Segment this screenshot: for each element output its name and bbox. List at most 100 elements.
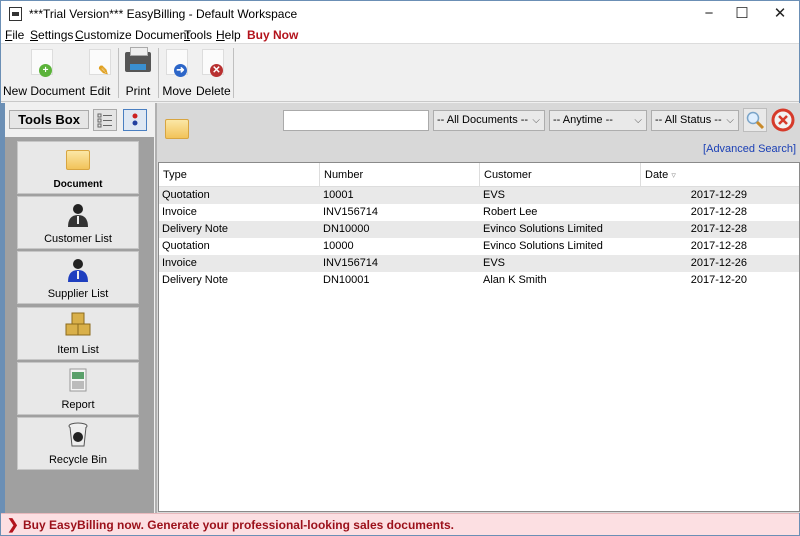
cell-date: 2017-12-28 [690, 223, 747, 235]
print-button[interactable]: Print [122, 46, 154, 98]
list-view-button[interactable] [93, 109, 117, 131]
sidebar-item-document[interactable]: Document [17, 141, 139, 194]
maximize-button[interactable]: ☐ [724, 1, 760, 27]
promo-banner[interactable]: ❯ Buy EasyBilling now. Generate your pro… [1, 513, 799, 535]
menu-tools[interactable]: Tools [184, 28, 212, 42]
edit-icon: ✎ [89, 49, 111, 77]
chevron-down-icon: ⌵ [532, 115, 540, 126]
time-range-select[interactable]: -- Anytime -- ⌵ [549, 110, 647, 131]
sidebar-item-recycle-bin[interactable]: Recycle Bin [17, 417, 139, 470]
menu-customize-mnemonic: C [75, 28, 84, 42]
cell-type: Invoice [162, 206, 197, 218]
edit-label: Edit [89, 84, 111, 98]
cell-type: Quotation [162, 240, 210, 252]
toolbar-separator [158, 48, 159, 98]
documents-table: Type Number Customer Date ▿ Quotation 100… [158, 162, 800, 512]
search-button[interactable] [743, 108, 767, 132]
move-button[interactable]: ➜ Move [162, 46, 192, 98]
new-document-button[interactable]: + New Document [3, 46, 86, 98]
column-header-date[interactable]: Date ▿ [641, 163, 799, 187]
delete-label: Delete [196, 84, 231, 98]
menu-settings[interactable]: Settings [30, 28, 73, 42]
cell-number: 10000 [323, 240, 354, 252]
printer-icon [125, 47, 151, 72]
folder-icon [165, 119, 189, 139]
sort-descending-icon: ▿ [671, 170, 676, 180]
app-window: ***Trial Version*** EasyBilling - Defaul… [0, 0, 800, 536]
edit-button[interactable]: ✎ Edit [85, 46, 115, 98]
sidebar-header: Tools Box [5, 103, 154, 137]
cell-number: 10001 [323, 189, 354, 201]
menu-buy-now[interactable]: Buy Now [247, 28, 298, 42]
minimize-button[interactable]: − [691, 1, 727, 27]
chevron-down-icon: ⌵ [634, 115, 642, 126]
clear-search-button[interactable] [771, 108, 795, 132]
menu-file-label: ile [12, 28, 25, 42]
cell-number: INV156714 [323, 257, 379, 269]
sidebar-item-label: Report [61, 399, 95, 411]
sidebar-item-label: Recycle Bin [48, 454, 108, 466]
list-view-icon [97, 113, 112, 128]
menu-file[interactable]: File [5, 28, 24, 42]
delete-icon: ✕ [202, 49, 224, 77]
recycle-bin-icon [67, 422, 89, 454]
tools-box-button[interactable]: Tools Box [9, 110, 89, 129]
cell-date: 2017-12-28 [690, 240, 747, 252]
menu-help[interactable]: Help [216, 28, 241, 42]
move-icon: ➜ [166, 49, 188, 77]
status-value: -- All Status -- [655, 114, 722, 126]
column-header-customer[interactable]: Customer [480, 163, 641, 187]
new-document-icon: + [31, 49, 53, 77]
chevron-right-icon: ❯ [7, 516, 19, 532]
close-button[interactable]: ✕ [762, 1, 798, 27]
new-document-label: New Document [3, 84, 86, 98]
app-icon [9, 7, 22, 21]
sidebar-item-label: Customer List [44, 233, 112, 245]
menu-settings-mnemonic: S [30, 28, 39, 42]
document-type-select[interactable]: -- All Documents -- ⌵ [433, 110, 545, 131]
sidebar-item-item-list[interactable]: Item List [17, 307, 139, 360]
print-label: Print [125, 84, 151, 98]
advanced-search-link[interactable]: [Advanced Search] [703, 143, 796, 155]
cell-type: Delivery Note [162, 223, 229, 235]
title-bar: ***Trial Version*** EasyBilling - Defaul… [1, 1, 799, 27]
cell-type: Invoice [162, 257, 197, 269]
cell-date: 2017-12-26 [690, 257, 747, 269]
boxes-icon [64, 312, 92, 344]
cell-date: 2017-12-20 [690, 274, 747, 286]
cell-type: Delivery Note [162, 274, 229, 286]
sidebar-item-report[interactable]: Report [17, 362, 139, 415]
toolbar-separator [233, 48, 234, 98]
status-select[interactable]: -- All Status -- ⌵ [651, 110, 739, 131]
icon-view-button[interactable] [123, 109, 147, 131]
menu-help-label: elp [224, 28, 241, 42]
cell-customer: Evinco Solutions Limited [483, 223, 603, 235]
document-type-value: -- All Documents -- [437, 114, 529, 126]
sidebar-item-customer-list[interactable]: Customer List [17, 196, 139, 249]
table-row[interactable]: Delivery Note DN10000 Evinco Solutions Lim… [159, 221, 799, 238]
delete-button[interactable]: ✕ Delete [196, 46, 231, 98]
toolbar-separator [118, 48, 119, 98]
chevron-down-icon: ⌵ [726, 115, 734, 126]
move-label: Move [162, 84, 192, 98]
table-row[interactable]: Quotation 10000 Evinco Solutions Limited 20… [159, 238, 799, 255]
table-header: Type Number Customer Date ▿ [159, 163, 799, 187]
cell-number: DN10001 [323, 274, 370, 286]
table-row[interactable]: Delivery Note DN10001 Alan K Smith 2017-12-… [159, 272, 799, 289]
sidebar-item-label: Supplier List [47, 288, 109, 300]
menu-bar: File Settings Customize Document Tools H… [1, 27, 799, 44]
table-row[interactable]: Invoice INV156714 Robert Lee 2017-12-28 [159, 204, 799, 221]
search-input[interactable] [283, 110, 429, 131]
cell-customer: EVS [483, 189, 506, 201]
column-header-number[interactable]: Number [320, 163, 480, 187]
cell-date: 2017-12-28 [690, 206, 747, 218]
sidebar-item-supplier-list[interactable]: Supplier List [17, 251, 139, 304]
table-row[interactable]: Invoice INV156714 EVS 2017-12-26 [159, 255, 799, 272]
menu-customize-label: ustomize Document [83, 28, 190, 42]
menu-customize-document[interactable]: Customize Document [75, 28, 190, 42]
sidebar-item-label: Item List [57, 344, 99, 356]
clear-icon [771, 108, 795, 132]
table-row[interactable]: Quotation 10001 EVS 2017-12-29 [159, 187, 799, 204]
search-icon [746, 111, 765, 130]
column-header-type[interactable]: Type [159, 163, 320, 187]
